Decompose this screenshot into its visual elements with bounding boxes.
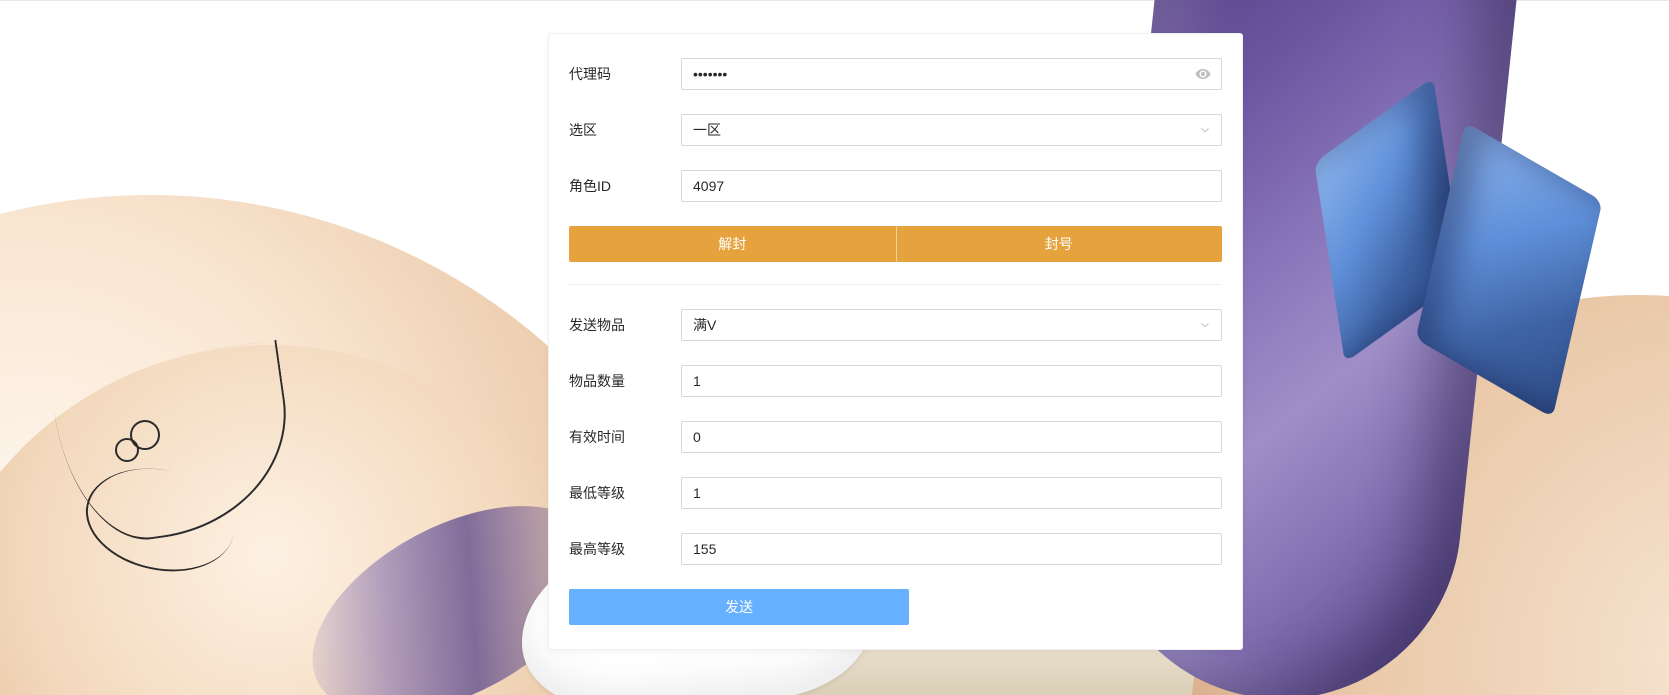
row-proxy-code: 代理码 xyxy=(549,58,1242,90)
ban-button[interactable]: 封号 xyxy=(896,226,1223,262)
send-row: 发送 xyxy=(549,589,1242,625)
row-valid-time: 有效时间 xyxy=(549,421,1242,453)
quantity-input[interactable] xyxy=(681,365,1222,397)
unban-button[interactable]: 解封 xyxy=(569,226,896,262)
row-zone: 选区 一区 xyxy=(549,114,1242,146)
item-select-value: 满V xyxy=(693,317,716,333)
divider xyxy=(569,284,1222,285)
send-button[interactable]: 发送 xyxy=(569,589,909,625)
row-quantity: 物品数量 xyxy=(549,365,1242,397)
label-proxy-code: 代理码 xyxy=(569,64,681,84)
row-max-level: 最高等级 xyxy=(549,533,1242,565)
label-max-level: 最高等级 xyxy=(569,539,681,559)
label-zone: 选区 xyxy=(569,120,681,140)
eye-icon[interactable] xyxy=(1195,66,1211,82)
proxy-code-input[interactable] xyxy=(681,58,1222,90)
label-role-id: 角色ID xyxy=(569,176,681,196)
role-id-input[interactable] xyxy=(681,170,1222,202)
min-level-input[interactable] xyxy=(681,477,1222,509)
zone-select-value: 一区 xyxy=(693,122,721,138)
valid-time-input[interactable] xyxy=(681,421,1222,453)
row-min-level: 最低等级 xyxy=(549,477,1242,509)
label-quantity: 物品数量 xyxy=(569,371,681,391)
row-item: 发送物品 满V xyxy=(549,309,1242,341)
zone-select[interactable]: 一区 xyxy=(681,114,1222,146)
label-valid-time: 有效时间 xyxy=(569,427,681,447)
admin-panel-card: 代理码 选区 一区 角色ID xyxy=(549,34,1242,649)
row-role-id: 角色ID xyxy=(549,170,1242,202)
label-item: 发送物品 xyxy=(569,315,681,335)
label-min-level: 最低等级 xyxy=(569,483,681,503)
max-level-input[interactable] xyxy=(681,533,1222,565)
ban-button-row: 解封 封号 xyxy=(549,226,1242,262)
item-select[interactable]: 满V xyxy=(681,309,1222,341)
